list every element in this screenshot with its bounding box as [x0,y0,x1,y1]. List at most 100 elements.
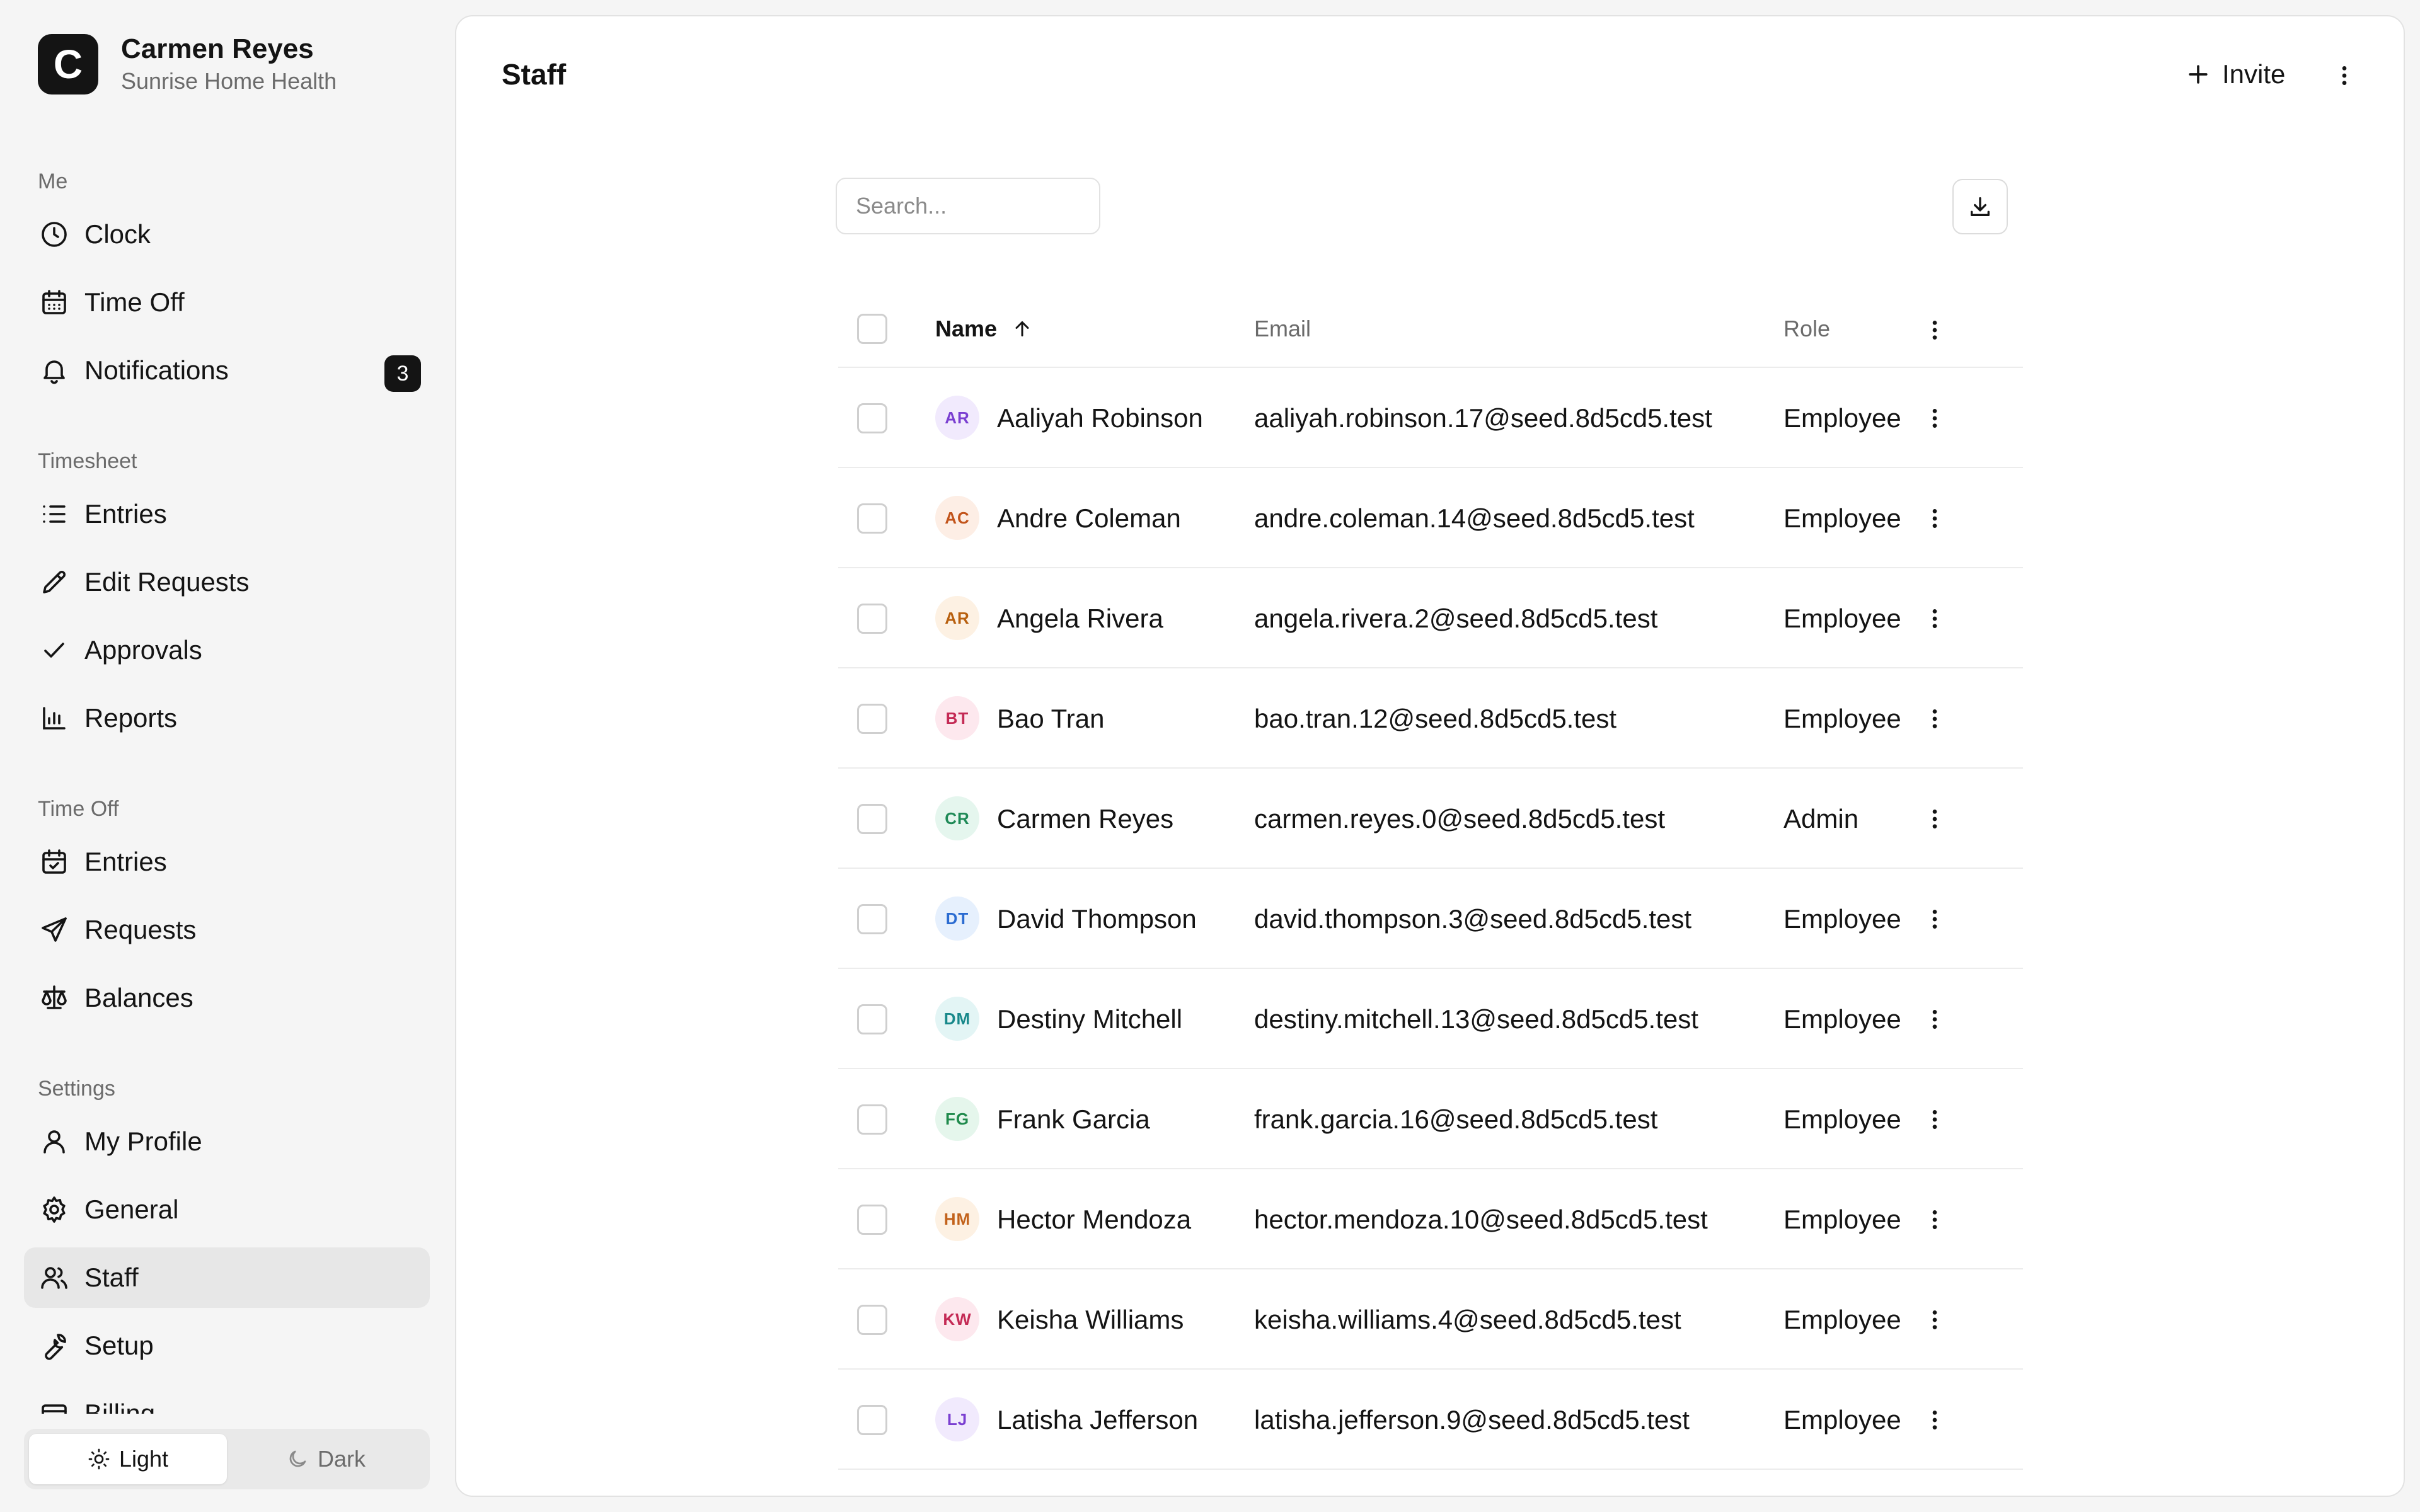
logo-letter: C [53,42,83,87]
sort-ascending-icon [1015,321,1029,336]
gear-icon [38,1193,71,1226]
table-row[interactable]: LJ Latisha Jefferson latisha.jefferson.9@s… [838,1368,2023,1469]
row-actions-button[interactable] [1921,1106,1949,1133]
table-row[interactable]: KW Keisha Williams keisha.williams.4@seed.… [838,1268,2023,1368]
column-header-role[interactable]: Role [1783,315,1830,343]
table-row[interactable]: AC Andre Coleman andre.coleman.14@seed.8d5… [838,467,2023,567]
select-all-checkbox[interactable] [857,314,887,344]
row-actions-button[interactable] [1921,905,1949,933]
table-row[interactable]: DT David Thompson david.thompson.3@seed.8d… [838,868,2023,968]
theme-light-button[interactable]: Light [29,1434,227,1484]
sidebar-item-reports[interactable]: Reports [24,688,430,748]
check-icon [38,634,71,667]
sidebar-item-approvals[interactable]: Approvals [24,620,430,680]
row-actions-button[interactable] [1921,805,1949,833]
row-checkbox[interactable] [857,1305,887,1335]
table-row[interactable]: AR Angela Rivera angela.rivera.2@seed.8d5c… [838,567,2023,667]
more-vertical-icon [1932,509,1937,528]
section-label-time-off: Time Off [38,797,119,821]
sidebar-item-balances[interactable]: Balances [24,968,430,1028]
table-row[interactable]: BT Bao Tran bao.tran.12@seed.8d5cd5.test Em… [838,667,2023,767]
column-header-email[interactable]: Email [1254,315,1311,343]
main-panel: Staff Invite Name Email Role AR Aaliyah R… [455,15,2405,1497]
sidebar-item-label: Balances [84,983,193,1012]
row-actions-button[interactable] [1921,1206,1949,1234]
column-header-name[interactable]: Name [935,315,1034,343]
invite-button[interactable]: Invite [2172,49,2298,100]
avatar: KW [935,1297,979,1341]
sidebar-item-general[interactable]: General [24,1179,430,1240]
sidebar-item-timesheet-entries[interactable]: Entries [24,484,430,544]
table-row[interactable]: AR Aaliyah Robinson aaliyah.robinson.17@se… [838,367,2023,467]
table-row[interactable]: MRMarcus Reyesmarcus.reyes.7@seed.8d5cd5… [838,1469,2023,1496]
sidebar-item-time-off-entries[interactable]: Entries [24,832,430,892]
table-row[interactable]: CR Carmen Reyes carmen.reyes.0@seed.8d5cd5… [838,767,2023,868]
row-checkbox[interactable] [857,704,887,734]
theme-dark-button[interactable]: Dark [227,1434,425,1484]
table-row[interactable]: FG Frank Garcia frank.garcia.16@seed.8d5cd… [838,1068,2023,1168]
page-more-button[interactable] [2328,59,2361,92]
invite-label: Invite [2222,59,2286,89]
row-checkbox[interactable] [857,403,887,433]
sidebar-item-setup[interactable]: Setup [24,1315,430,1376]
staff-name: Angela Rivera [997,604,1163,633]
staff-email: bao.tran.12@seed.8d5cd5.test [1254,704,1617,733]
table-body: AR Aaliyah Robinson aaliyah.robinson.17@se… [838,367,2023,1496]
scale-icon [38,982,71,1014]
row-actions-button[interactable] [1921,605,1949,633]
row-checkbox[interactable] [857,604,887,634]
sidebar-item-billing[interactable]: Billing [24,1383,430,1414]
avatar: AR [935,396,979,440]
more-vertical-icon [1932,1010,1937,1029]
account-switcher[interactable]: C Carmen Reyes Sunrise Home Health [38,33,337,96]
row-actions-button[interactable] [1921,705,1949,733]
sidebar-nav[interactable]: Me Clock Time Off Notifications 3 Timesh… [0,151,454,1414]
row-actions-button[interactable] [1921,1406,1949,1434]
export-download-button[interactable] [1952,179,2008,234]
more-vertical-icon [1932,709,1937,728]
row-checkbox[interactable] [857,1205,887,1235]
sidebar-item-label: Staff [84,1263,139,1292]
avatar: AR [935,596,979,640]
staff-email: frank.garcia.16@seed.8d5cd5.test [1254,1104,1658,1134]
table-row[interactable]: DM Destiny Mitchell destiny.mitchell.13@se… [838,968,2023,1068]
row-checkbox[interactable] [857,904,887,934]
column-options-button[interactable] [1921,316,1949,344]
table-header: Name Email Role [838,291,2023,367]
staff-email: hector.mendoza.10@seed.8d5cd5.test [1254,1205,1708,1234]
row-actions-button[interactable] [1921,505,1949,532]
row-checkbox[interactable] [857,1104,887,1135]
user-icon [38,1125,71,1158]
sidebar-item-requests[interactable]: Requests [24,900,430,960]
sidebar-item-clock[interactable]: Clock [24,204,430,265]
users-icon [38,1261,71,1294]
avatar: BT [935,696,979,740]
pencil-icon [38,566,71,598]
sidebar-item-label: Requests [84,915,197,944]
row-checkbox[interactable] [857,804,887,834]
staff-name: Keisha Williams [997,1305,1184,1334]
sidebar-item-edit-requests[interactable]: Edit Requests [24,552,430,612]
avatar: DM [935,997,979,1041]
wrench-icon [38,1329,71,1362]
calendar-icon [38,286,71,319]
row-checkbox[interactable] [857,1405,887,1435]
row-actions-button[interactable] [1921,1306,1949,1334]
row-checkbox[interactable] [857,1004,887,1034]
row-actions-button[interactable] [1921,404,1949,432]
staff-name: Carmen Reyes [997,804,1174,833]
more-vertical-icon [1932,1210,1937,1229]
theme-dark-label: Dark [317,1446,366,1472]
row-checkbox[interactable] [857,503,887,534]
sidebar-item-time-off[interactable]: Time Off [24,272,430,333]
sidebar-item-staff[interactable]: Staff [24,1247,430,1308]
sidebar-item-notifications[interactable]: Notifications 3 [24,340,430,401]
search-input[interactable] [836,178,1100,234]
table-row[interactable]: HM Hector Mendoza hector.mendoza.10@seed.8… [838,1168,2023,1268]
sidebar-item-label: Edit Requests [84,567,250,597]
staff-role: Employee [1783,1104,1901,1134]
avatar: FG [935,1097,979,1141]
sidebar-item-my-profile[interactable]: My Profile [24,1111,430,1172]
staff-role: Employee [1783,1205,1901,1234]
row-actions-button[interactable] [1921,1005,1949,1033]
